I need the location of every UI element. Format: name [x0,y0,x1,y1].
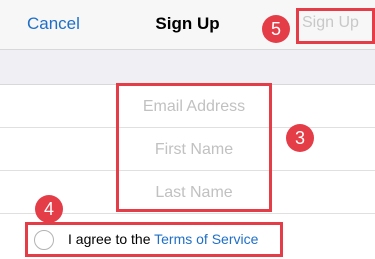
step-badge-5: 5 [262,15,290,43]
fields-highlight [116,83,272,212]
agreement-highlight [25,222,283,257]
step-badge-4: 4 [35,195,63,223]
section-separator [0,50,375,85]
sign-up-highlight [296,8,375,44]
step-badge-3: 3 [286,124,314,152]
